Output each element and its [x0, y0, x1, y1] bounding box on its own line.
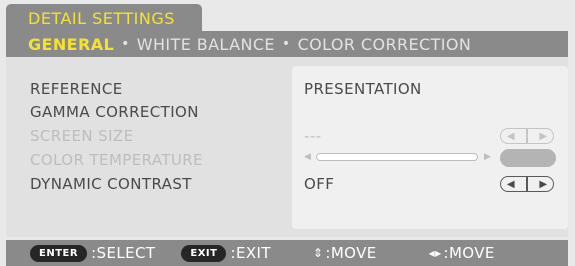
dynamic-contrast-value[interactable]: OFF: [304, 175, 334, 193]
hint-move-vertical: ⇕ :MOVE: [313, 244, 377, 262]
hint-move-vertical-label: :MOVE: [325, 244, 377, 262]
screen-size-value: ---: [304, 127, 322, 145]
tab-general[interactable]: GENERAL: [28, 35, 114, 54]
arrow-divider: [526, 177, 528, 191]
hint-move-horizontal-label: :MOVE: [443, 244, 495, 262]
hint-exit: EXIT :EXIT: [181, 244, 271, 262]
dynamic-contrast-arrows[interactable]: ◀ ▶: [500, 176, 554, 192]
up-down-arrow-icon: ⇕: [312, 246, 324, 260]
gamma-correction-label[interactable]: GAMMA CORRECTION: [30, 103, 199, 121]
hint-move-horizontal: ◂▸ :MOVE: [429, 244, 495, 262]
right-arrow-icon: ▶: [539, 130, 548, 142]
color-temperature-slider: ◀ ▶: [304, 150, 494, 164]
tab-white-balance[interactable]: WHITE BALANCE: [137, 35, 275, 54]
tab-color-correction[interactable]: COLOR CORRECTION: [298, 35, 472, 54]
footer-hints: ENTER :SELECT EXIT :EXIT ⇕ :MOVE ◂▸ :MOV…: [6, 240, 568, 266]
screen-size-label: SCREEN SIZE: [30, 127, 134, 145]
tab-separator: •: [281, 36, 291, 52]
color-temperature-value-box: [500, 149, 556, 167]
dynamic-contrast-label[interactable]: DYNAMIC CONTRAST: [30, 175, 192, 193]
tab-bar: GENERAL • WHITE BALANCE • COLOR CORRECTI…: [6, 31, 568, 57]
menu-title: DETAIL SETTINGS: [6, 4, 202, 32]
detail-settings-menu: DETAIL SETTINGS GENERAL • WHITE BALANCE …: [0, 0, 575, 266]
left-arrow-icon[interactable]: ◀: [507, 179, 515, 190]
color-temperature-label: COLOR TEMPERATURE: [30, 151, 203, 169]
reference-label[interactable]: REFERENCE: [30, 80, 123, 98]
hint-select: ENTER :SELECT: [30, 244, 155, 262]
exit-key-icon: EXIT: [181, 244, 227, 262]
enter-key-icon: ENTER: [30, 244, 88, 262]
right-arrow-icon[interactable]: ▶: [539, 179, 547, 190]
slider-track: [316, 153, 478, 161]
hint-select-label: :SELECT: [91, 244, 156, 262]
left-right-arrow-icon: ◂▸: [428, 246, 442, 260]
arrow-divider: [526, 129, 528, 143]
screen-size-arrows: ◀ ▶: [500, 128, 554, 144]
slider-left-icon: ◀: [304, 152, 311, 162]
slider-right-icon: ▶: [484, 152, 491, 162]
reference-value[interactable]: PRESENTATION: [304, 80, 422, 98]
left-arrow-icon: ◀: [506, 130, 515, 142]
hint-exit-label: :EXIT: [230, 244, 271, 262]
tab-separator: •: [121, 36, 130, 52]
